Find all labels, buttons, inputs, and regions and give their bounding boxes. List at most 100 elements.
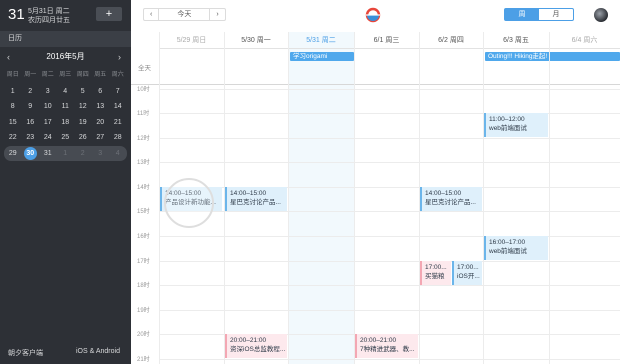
mini-calendar-day[interactable]: 13 bbox=[92, 100, 110, 113]
event-title: iOS开... bbox=[457, 273, 480, 280]
event-card[interactable]: 14:00–15:00 星巴克讨论产品... bbox=[225, 187, 287, 211]
today-button[interactable]: 今天 bbox=[158, 9, 211, 20]
event-card[interactable]: 16:00–17:00 web前端面试 bbox=[484, 236, 548, 260]
mini-calendar-week: 8 9 10 11 12 13 14 bbox=[4, 99, 127, 115]
mini-calendar-day[interactable]: 12 bbox=[74, 100, 92, 113]
event-card[interactable]: 17:00... iOS开... bbox=[452, 261, 482, 285]
event-card[interactable]: 20:00–21:00 资深iOS总监教程... bbox=[225, 334, 287, 358]
mini-calendar-day[interactable]: 24 bbox=[39, 131, 57, 144]
hour-line bbox=[159, 359, 620, 360]
hour-line bbox=[159, 89, 620, 90]
mini-calendar-day[interactable]: 1 bbox=[57, 147, 75, 160]
hour-line bbox=[159, 261, 620, 262]
day-header-tue[interactable]: 5/31 周二 bbox=[288, 32, 354, 49]
platform-label[interactable]: iOS & Android bbox=[76, 348, 120, 355]
event-card[interactable]: 14:00–15:00 星巴克讨论产品... bbox=[420, 187, 482, 211]
mini-calendar-day[interactable]: 28 bbox=[109, 131, 127, 144]
hour-label: 14时 bbox=[137, 185, 150, 191]
hour-label: 21时 bbox=[137, 357, 150, 363]
event-title: 7种精进武器、教... bbox=[360, 346, 415, 353]
hour-label: 16时 bbox=[137, 234, 150, 240]
mini-calendar-day[interactable]: 10 bbox=[39, 100, 57, 113]
day-header-sat[interactable]: 6/4 周六 bbox=[549, 32, 620, 49]
mini-calendar-day[interactable]: 15 bbox=[4, 116, 22, 129]
grid-line bbox=[549, 32, 550, 364]
day-header-wed[interactable]: 6/1 周三 bbox=[354, 32, 419, 49]
event-title: 星巴克讨论产品... bbox=[425, 199, 476, 206]
event-card[interactable]: 20:00–21:00 7种精进武器、教... bbox=[355, 334, 418, 358]
calendar-section-label[interactable]: 日历 bbox=[0, 31, 131, 47]
hour-label: 19时 bbox=[137, 308, 150, 314]
mini-calendar-day[interactable]: 23 bbox=[22, 131, 40, 144]
grid-line bbox=[483, 32, 484, 364]
week-view-button[interactable]: 周 bbox=[505, 9, 539, 20]
grid-line bbox=[288, 32, 289, 364]
month-view-button[interactable]: 月 bbox=[539, 9, 573, 20]
hour-label: 18时 bbox=[137, 283, 150, 289]
mini-calendar: 周日 周一 周二 周三 周四 周五 周六 1 2 3 4 5 6 7 8 9 1… bbox=[4, 68, 127, 161]
mini-calendar-day[interactable]: 31 bbox=[39, 147, 57, 160]
mini-calendar-day[interactable]: 18 bbox=[57, 116, 75, 129]
hour-line bbox=[159, 236, 620, 237]
add-event-button[interactable]: + bbox=[96, 7, 122, 21]
mini-calendar-day[interactable]: 27 bbox=[92, 131, 110, 144]
next-week-button[interactable]: › bbox=[210, 9, 224, 20]
event-card[interactable]: 17:00... 买猫粮 bbox=[420, 261, 451, 285]
hour-label: 13时 bbox=[137, 160, 150, 166]
mini-calendar-day[interactable]: 29 bbox=[4, 147, 22, 160]
mini-calendar-day[interactable]: 1 bbox=[4, 85, 22, 98]
event-card[interactable]: 11:00–12:00 web前端面试 bbox=[484, 113, 548, 137]
mini-calendar-day[interactable]: 9 bbox=[22, 100, 40, 113]
current-day-number: 31 bbox=[8, 6, 25, 23]
event-title: web前端面试 bbox=[489, 248, 527, 255]
day-header-sun[interactable]: 5/29 周日 bbox=[159, 32, 224, 49]
hour-line bbox=[159, 162, 620, 163]
mini-calendar-day[interactable]: 7 bbox=[109, 85, 127, 98]
mini-calendar-day[interactable]: 4 bbox=[109, 147, 127, 160]
all-day-event[interactable]: Outing!!! Hiking走起! bbox=[485, 52, 620, 61]
weekday-label: 周五 bbox=[94, 72, 107, 79]
mini-calendar-day[interactable]: 3 bbox=[92, 147, 110, 160]
mini-calendar-month: 2016年5月 bbox=[46, 52, 85, 61]
mini-calendar-day[interactable]: 14 bbox=[109, 100, 127, 113]
mini-calendar-day[interactable]: 4 bbox=[57, 85, 75, 98]
mini-calendar-day[interactable]: 11 bbox=[57, 100, 75, 113]
next-month-icon[interactable]: › bbox=[118, 50, 121, 64]
mini-calendar-day[interactable]: 19 bbox=[74, 116, 92, 129]
mini-calendar-day[interactable]: 5 bbox=[74, 85, 92, 98]
mini-calendar-day[interactable]: 8 bbox=[4, 100, 22, 113]
toolbar: ‹ 今天 › 周 月 bbox=[131, 0, 620, 32]
event-title: 资深iOS总监教程... bbox=[230, 346, 286, 353]
event-time: 17:00... bbox=[457, 264, 479, 271]
event-time: 14:00–15:00 bbox=[425, 190, 462, 197]
mini-calendar-day[interactable]: 2 bbox=[22, 85, 40, 98]
prev-week-button[interactable]: ‹ bbox=[144, 9, 158, 20]
client-download-label[interactable]: 朝夕客户端 bbox=[8, 348, 43, 358]
day-header-thu[interactable]: 6/2 周四 bbox=[419, 32, 483, 49]
day-header-fri[interactable]: 6/3 周五 bbox=[483, 32, 549, 49]
weekday-label: 周日 bbox=[6, 72, 19, 79]
mini-calendar-day[interactable]: 6 bbox=[92, 85, 110, 98]
mini-calendar-day[interactable]: 25 bbox=[57, 131, 75, 144]
mini-calendar-day[interactable]: 17 bbox=[39, 116, 57, 129]
mini-calendar-day[interactable]: 21 bbox=[109, 116, 127, 129]
all-day-event[interactable]: 学习origami bbox=[290, 52, 354, 61]
mini-calendar-day[interactable]: 20 bbox=[92, 116, 110, 129]
all-day-label: 全天 bbox=[138, 65, 151, 72]
hour-line bbox=[159, 138, 620, 139]
mini-calendar-selected-day[interactable]: 30 bbox=[22, 146, 40, 160]
mini-calendar-day[interactable]: 2 bbox=[74, 147, 92, 160]
mini-calendar-day[interactable]: 26 bbox=[74, 131, 92, 144]
mini-calendar-day[interactable]: 22 bbox=[4, 131, 22, 144]
mini-calendar-day[interactable]: 3 bbox=[39, 85, 57, 98]
sidebar-date-header: 31 5月31日 周二 农历四月廿五 + bbox=[0, 0, 131, 30]
event-time: 16:00–17:00 bbox=[489, 239, 526, 246]
avatar[interactable] bbox=[594, 8, 608, 22]
grid-line bbox=[354, 32, 355, 364]
mini-calendar-week: 22 23 24 25 26 27 28 bbox=[4, 130, 127, 146]
weekday-label: 周六 bbox=[111, 72, 124, 79]
day-header-mon[interactable]: 5/30 周一 bbox=[224, 32, 288, 49]
event-time: 20:00–21:00 bbox=[360, 337, 397, 344]
hour-label: 11时 bbox=[137, 111, 150, 117]
mini-calendar-day[interactable]: 16 bbox=[22, 116, 40, 129]
